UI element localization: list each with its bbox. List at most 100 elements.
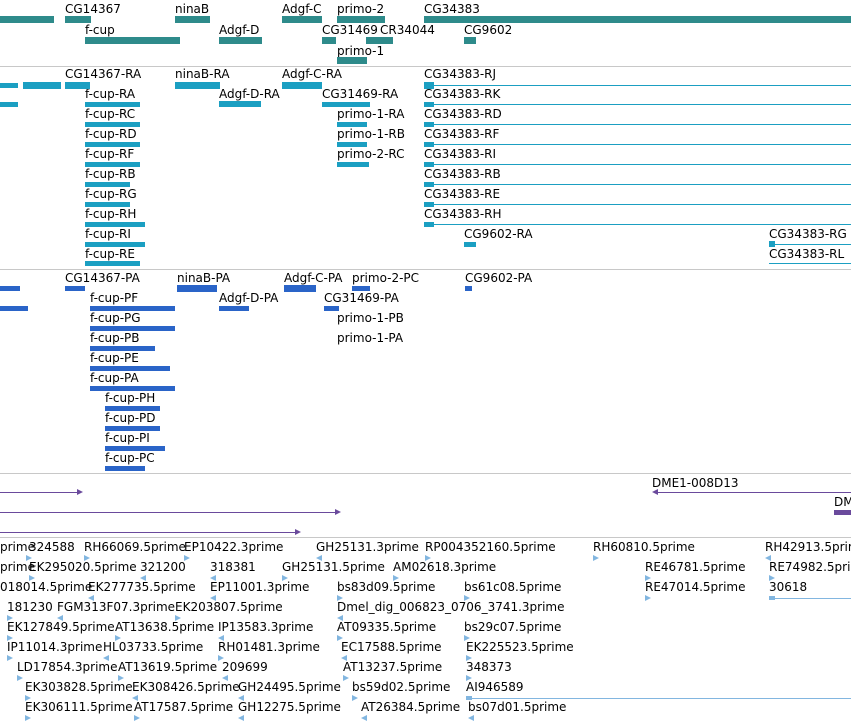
protein-label[interactable]: f-cup-PB	[90, 331, 140, 345]
est-label[interactable]: EK127849.5prime	[7, 620, 115, 634]
est-label[interactable]: bs29c07.5prime	[464, 620, 561, 634]
transcript-label[interactable]: f-cup-RB	[85, 167, 136, 181]
est-label[interactable]: RE47014.5prime	[645, 580, 746, 594]
clone-line[interactable]	[0, 492, 78, 493]
gene-glyph[interactable]	[366, 37, 393, 44]
transcript-line[interactable]	[434, 124, 851, 125]
est-label[interactable]: AM02618.3prime	[393, 560, 496, 574]
clone-label[interactable]: DME1-008D13	[652, 476, 739, 490]
transcript-label[interactable]: f-cup-RG	[85, 187, 137, 201]
protein-label[interactable]: f-cup-PG	[90, 311, 141, 325]
transcript-glyph[interactable]	[424, 162, 434, 167]
gene-label[interactable]: CG9602	[464, 23, 512, 37]
est-label[interactable]: FGM313F07.3prime	[57, 600, 175, 614]
transcript-label[interactable]: CG34383-RI	[424, 147, 496, 161]
protein-glyph[interactable]	[105, 466, 145, 471]
protein-glyph[interactable]	[90, 306, 175, 311]
protein-glyph[interactable]	[219, 306, 249, 311]
protein-label[interactable]: f-cup-PD	[105, 411, 156, 425]
est-label[interactable]: RP004352160.5prime	[425, 540, 556, 554]
protein-glyph[interactable]	[0, 286, 20, 291]
gene-glyph[interactable]	[219, 37, 262, 44]
est-label[interactable]: EK203807.5prime	[175, 600, 283, 614]
transcript-glyph[interactable]	[424, 202, 434, 207]
gene-glyph[interactable]	[175, 16, 210, 23]
est-label[interactable]: EK295020.5prime	[29, 560, 137, 574]
clone-glyph[interactable]	[834, 510, 851, 515]
protein-label[interactable]: primo-1-PB	[337, 311, 404, 325]
protein-label[interactable]: f-cup-PA	[90, 371, 139, 385]
transcript-glyph[interactable]	[175, 82, 220, 89]
protein-glyph[interactable]	[105, 446, 165, 451]
transcript-label[interactable]: primo-2-RC	[337, 147, 405, 161]
protein-glyph[interactable]	[90, 366, 170, 371]
protein-label[interactable]: f-cup-PE	[90, 351, 139, 365]
transcript-glyph[interactable]	[65, 82, 90, 89]
protein-glyph[interactable]	[105, 406, 160, 411]
gene-label[interactable]: CG34383	[424, 2, 480, 16]
est-label[interactable]: AT09335.5prime	[337, 620, 436, 634]
est-label[interactable]: EK306111.5prime	[25, 700, 133, 714]
est-label[interactable]: IP11014.3prime	[7, 640, 102, 654]
gene-glyph[interactable]	[65, 16, 91, 23]
est-label[interactable]: GH12275.5prime	[238, 700, 341, 714]
protein-glyph[interactable]	[65, 286, 85, 291]
transcript-glyph[interactable]	[424, 102, 434, 107]
protein-label[interactable]: primo-1-PA	[337, 331, 403, 345]
est-label[interactable]: EC17588.5prime	[341, 640, 442, 654]
est-label[interactable]: EK308426.5prime	[132, 680, 240, 694]
transcript-glyph[interactable]	[85, 162, 140, 167]
gene-glyph[interactable]	[322, 37, 336, 44]
est-label[interactable]: EK303828.5prime	[25, 680, 133, 694]
transcript-label[interactable]: CG14367-RA	[65, 67, 141, 81]
gene-glyph[interactable]	[337, 16, 385, 23]
transcript-label[interactable]: f-cup-RD	[85, 127, 137, 141]
est-label[interactable]: RE74982.5prime	[769, 560, 851, 574]
gene-label[interactable]: CG14367	[65, 2, 121, 16]
gene-label[interactable]: CG31469	[322, 23, 378, 37]
est-label[interactable]: 321200	[140, 560, 186, 574]
est-label[interactable]: AI946589	[466, 680, 524, 694]
transcript-line[interactable]	[775, 244, 851, 245]
transcript-line[interactable]	[434, 224, 851, 225]
transcript-glyph[interactable]	[337, 122, 367, 127]
transcript-glyph[interactable]	[85, 102, 140, 107]
est-label[interactable]: IP13583.3prime	[218, 620, 313, 634]
protein-label[interactable]: f-cup-PH	[105, 391, 155, 405]
clone-line[interactable]	[658, 492, 851, 493]
gene-label[interactable]: primo-2	[337, 2, 384, 16]
protein-label[interactable]: f-cup-PF	[90, 291, 138, 305]
gene-label[interactable]: f-cup	[85, 23, 115, 37]
transcript-label[interactable]: f-cup-RF	[85, 147, 134, 161]
est-label[interactable]: 181230	[7, 600, 53, 614]
transcript-label[interactable]: CG34383-RH	[424, 207, 502, 221]
est-label[interactable]: bs83d09.5prime	[337, 580, 435, 594]
est-label[interactable]: EK225523.5prime	[466, 640, 574, 654]
gene-glyph[interactable]	[464, 37, 476, 44]
transcript-label[interactable]: CG34383-RB	[424, 167, 501, 181]
transcript-line[interactable]	[434, 144, 851, 145]
est-label[interactable]: RE46781.5prime	[645, 560, 746, 574]
est-label[interactable]: AT13619.5prime	[118, 660, 217, 674]
est-label[interactable]: 324588	[29, 540, 75, 554]
est-label[interactable]: bs61c08.5prime	[464, 580, 561, 594]
transcript-label[interactable]: Adgf-C-RA	[282, 67, 342, 81]
transcript-line[interactable]	[769, 263, 851, 264]
transcript-label[interactable]: primo-1-RB	[337, 127, 405, 141]
est-label[interactable]: RH01481.3prime	[218, 640, 320, 654]
transcript-label[interactable]: CG34383-RF	[424, 127, 499, 141]
transcript-glyph[interactable]	[85, 242, 145, 247]
est-label[interactable]: HL03733.5prime	[103, 640, 203, 654]
clone-line[interactable]	[0, 532, 296, 533]
transcript-glyph[interactable]	[85, 202, 130, 207]
transcript-glyph[interactable]	[85, 182, 130, 187]
protein-glyph[interactable]	[177, 285, 217, 292]
protein-label[interactable]: ninaB-PA	[177, 271, 230, 285]
transcript-glyph[interactable]	[337, 162, 369, 167]
transcript-glyph[interactable]	[424, 182, 434, 187]
transcript-label[interactable]: CG9602-RA	[464, 227, 533, 241]
est-line[interactable]	[472, 698, 851, 699]
transcript-line[interactable]	[434, 204, 851, 205]
transcript-glyph[interactable]	[85, 122, 140, 127]
transcript-line[interactable]	[434, 164, 851, 165]
